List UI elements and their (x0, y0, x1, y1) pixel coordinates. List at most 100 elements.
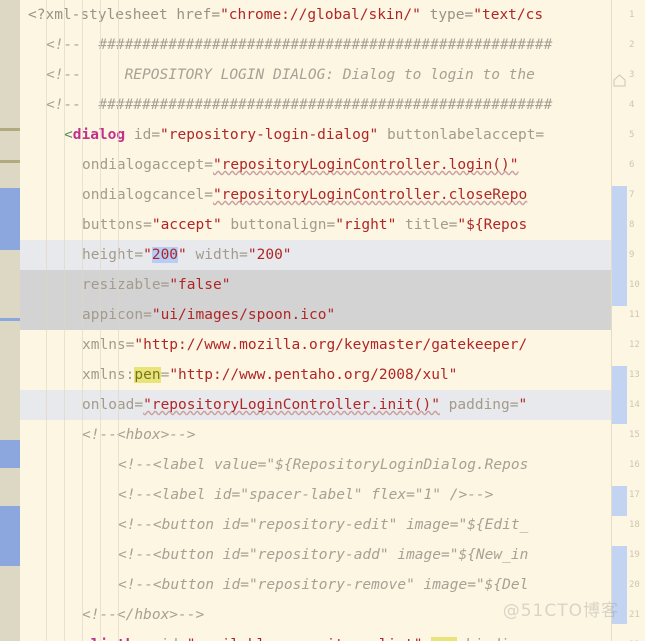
code-token: "repositoryLoginController.init()" (143, 397, 440, 413)
code-line[interactable]: <!--</hbox>--> (20, 600, 611, 630)
code-line[interactable]: <?xml-stylesheet href="chrome://global/s… (20, 0, 611, 30)
code-token: appicon= (82, 307, 152, 323)
code-token: pen (134, 367, 161, 383)
line-number: 12 (629, 340, 640, 350)
code-line[interactable]: <!--<button id="repository-add" image="$… (20, 540, 611, 570)
code-token: resizable= (82, 277, 170, 293)
code-token: <?xml-stylesheet (28, 7, 177, 23)
code-line[interactable]: onload="repositoryLoginController.init()… (20, 390, 611, 420)
code-line[interactable]: <dialog id="repository-login-dialog" but… (20, 120, 611, 150)
code-token: <!--<hbox>--> (82, 427, 196, 443)
line-number: 6 (629, 160, 635, 170)
line-number: 13 (629, 370, 640, 380)
gutter-marker[interactable] (0, 506, 20, 566)
code-token: id= (125, 127, 161, 143)
line-number: 7 (629, 190, 635, 200)
code-token: "http://www.mozilla.org/keymaster/gateke… (134, 337, 528, 353)
code-token: "available-repository-list" (187, 637, 423, 641)
line-number-gutter: 1234567891011121314151617181920212223242… (627, 0, 645, 641)
code-token: id= (152, 637, 187, 641)
code-token: " (143, 247, 152, 263)
code-token: "false" (169, 277, 231, 293)
minimap-highlight-band[interactable] (612, 486, 627, 516)
line-number: 20 (629, 580, 640, 590)
gutter-marker[interactable] (0, 188, 20, 250)
code-token: <!--<button id="repository-edit" image="… (118, 517, 529, 533)
code-token: padding= (439, 397, 519, 413)
code-token: < (64, 127, 73, 143)
code-token: <!--<label id="spacer-label" flex="1" />… (118, 487, 494, 503)
line-number: 14 (629, 400, 640, 410)
code-lines-container: <?xml-stylesheet href="chrome://global/s… (20, 0, 611, 641)
line-number: 19 (629, 550, 640, 560)
code-line[interactable]: ondialogcancel="repositoryLoginControlle… (20, 180, 611, 210)
code-token: <!-- ###################################… (46, 97, 553, 113)
line-number: 2 (629, 40, 635, 50)
code-token: <!--<button id="repository-remove" image… (118, 577, 529, 593)
left-annotation-gutter[interactable] (0, 0, 20, 641)
code-token: <!--<button id="repository-add" image="$… (118, 547, 529, 563)
code-line[interactable]: <!--<button id="repository-edit" image="… (20, 510, 611, 540)
line-number: 15 (629, 430, 640, 440)
code-line[interactable]: <!--<button id="repository-remove" image… (20, 570, 611, 600)
code-line[interactable]: <!--<hbox>--> (20, 420, 611, 450)
gutter-marker[interactable] (0, 440, 20, 468)
code-line[interactable]: <!--<label id="spacer-label" flex="1" />… (20, 480, 611, 510)
code-text-area[interactable]: <?xml-stylesheet href="chrome://global/s… (20, 0, 611, 641)
overview-ruler-minimap[interactable] (611, 0, 627, 641)
line-number: 17 (629, 490, 640, 500)
code-token: width= (186, 247, 248, 263)
code-token: "repositoryLoginController.closeRepo (212, 187, 528, 203)
minimap-highlight-band[interactable] (612, 186, 627, 306)
code-token: pen (431, 637, 458, 641)
code-token: title= (396, 217, 458, 233)
code-line[interactable]: <!--<label value="${RepositoryLoginDialo… (20, 450, 611, 480)
code-token: "200" (247, 247, 292, 263)
code-token: type= (420, 7, 474, 23)
code-token: " (518, 397, 528, 413)
line-number: 10 (629, 280, 640, 290)
line-number: 9 (629, 250, 635, 260)
code-line[interactable]: <!-- ###################################… (20, 30, 611, 60)
code-token: "http://www.pentaho.org/2008/xul" (169, 367, 458, 383)
code-token: "text/cs (473, 7, 544, 23)
code-token: xmlns= (82, 337, 135, 353)
code-line[interactable]: <!-- ###################################… (20, 90, 611, 120)
code-line[interactable]: ondialogaccept="repositoryLoginControlle… (20, 150, 611, 180)
code-token: buttonalign= (221, 217, 336, 233)
code-token: listbox (91, 637, 152, 641)
line-number: 18 (629, 520, 640, 530)
code-line[interactable]: appicon="ui/images/spoon.ico" (20, 300, 611, 330)
line-number: 16 (629, 460, 640, 470)
code-token: buttonlabelaccept= (378, 127, 545, 143)
gutter-marker[interactable] (0, 318, 20, 321)
minimap-highlight-band[interactable] (612, 546, 627, 624)
line-number: 8 (629, 220, 635, 230)
line-number: 11 (629, 310, 640, 320)
code-token: "ui/images/spoon.ico" (151, 307, 336, 323)
code-token: ondialogcancel= (82, 187, 213, 203)
code-line[interactable]: buttons="accept" buttonalign="right" tit… (20, 210, 611, 240)
code-editor-window: <?xml-stylesheet href="chrome://global/s… (0, 0, 645, 641)
code-line[interactable]: <!-- REPOSITORY LOGIN DIALOG: Dialog to … (20, 60, 611, 90)
code-token: < (82, 637, 91, 641)
line-number: 5 (629, 130, 635, 140)
code-line[interactable]: xmlns="http://www.mozilla.org/keymaster/… (20, 330, 611, 360)
code-token: "repository-login-dialog" (160, 127, 379, 143)
code-line[interactable]: height="200" width="200" (20, 240, 611, 270)
gutter-marker[interactable] (0, 160, 20, 163)
code-token: "accept" (151, 217, 222, 233)
code-token: :binding (457, 637, 527, 641)
code-token: " (178, 247, 187, 263)
line-number: 3 (629, 70, 635, 80)
code-line[interactable]: xmlns:pen="http://www.pentaho.org/2008/x… (20, 360, 611, 390)
code-token: "${Repos (457, 217, 528, 233)
code-line[interactable]: <listbox id="available-repository-list" … (20, 630, 611, 641)
house-icon[interactable] (613, 72, 626, 87)
code-token: xmlns: (82, 367, 135, 383)
code-token: buttons= (82, 217, 152, 233)
gutter-marker[interactable] (0, 128, 20, 131)
code-line[interactable]: resizable="false" (20, 270, 611, 300)
minimap-highlight-band[interactable] (612, 366, 627, 424)
